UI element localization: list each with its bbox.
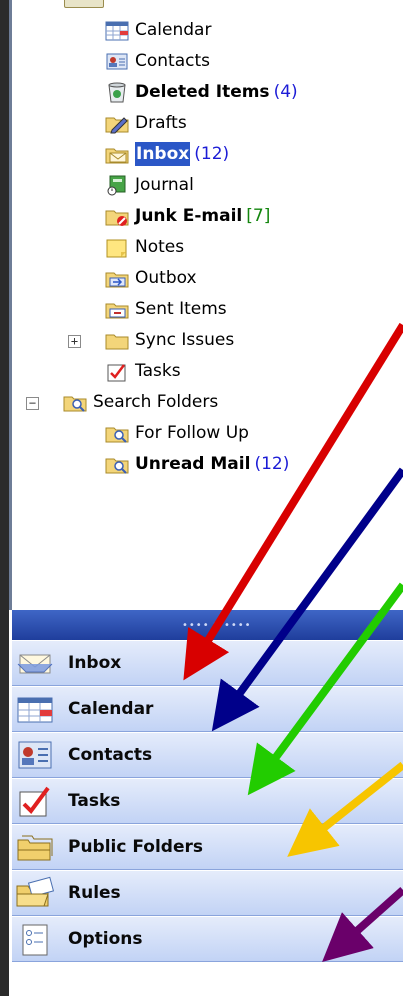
folder-label: Outbox [135, 268, 197, 288]
folder-calendar[interactable]: Calendar [104, 15, 211, 45]
folder-label: Deleted Items [135, 82, 270, 102]
journal-icon [104, 173, 130, 197]
folder-label: Calendar [135, 20, 212, 40]
folder-label: Notes [135, 237, 185, 257]
folder-label: Unread Mail [135, 454, 251, 474]
folder-search-folders[interactable]: Search Folders [62, 387, 218, 417]
outbox-folder-icon [104, 266, 130, 290]
nav-button-contacts[interactable]: Contacts [12, 732, 403, 778]
trash-icon [104, 80, 130, 104]
folder-contacts[interactable]: Contacts [104, 46, 210, 76]
collapse-button[interactable]: − [26, 397, 39, 410]
inbox-folder-icon [104, 142, 130, 166]
calendar-icon [14, 692, 56, 726]
folder-sent-items[interactable]: Sent Items [104, 294, 227, 324]
folder-label: Sync Issues [135, 330, 235, 350]
folder-notes[interactable]: Notes [104, 232, 184, 262]
search-folder-icon [104, 421, 130, 445]
pane-splitter[interactable]: •••• ▾ •••• [12, 610, 403, 640]
nav-button-inbox[interactable]: Inbox [12, 640, 403, 686]
notes-icon [104, 235, 130, 259]
tasks-icon [14, 784, 56, 818]
rules-icon [14, 876, 56, 910]
contacts-icon [104, 49, 130, 73]
item-count: [7] [246, 206, 271, 226]
folder-label: Journal [135, 175, 194, 195]
nav-button-calendar[interactable]: Calendar [12, 686, 403, 732]
nav-button-rules[interactable]: Rules [12, 870, 403, 916]
calendar-icon [104, 18, 130, 42]
mailbox-folder-icon [64, 0, 104, 8]
unread-count: (12) [254, 454, 290, 474]
nav-label: Rules [68, 883, 121, 903]
folder-drafts[interactable]: Drafts [104, 108, 187, 138]
folder-deleted-items[interactable]: Deleted Items (4) [104, 77, 298, 107]
nav-label: Public Folders [68, 837, 204, 857]
nav-button-options[interactable]: Options [12, 916, 403, 962]
search-folder-icon [104, 452, 130, 476]
folder-label: Inbox [135, 142, 191, 166]
contacts-icon [14, 738, 56, 772]
folder-for-follow-up[interactable]: For Follow Up [104, 418, 249, 448]
drafts-folder-icon [104, 111, 130, 135]
junk-folder-icon [104, 204, 130, 228]
nav-button-tasks[interactable]: Tasks [12, 778, 403, 824]
nav-label: Options [68, 929, 143, 949]
folder-icon [104, 328, 130, 352]
folder-label: Junk E-mail [135, 206, 243, 226]
unread-count: (12) [194, 144, 230, 164]
folder-label: Contacts [135, 51, 210, 71]
folder-tasks[interactable]: Tasks [104, 356, 181, 386]
nav-label: Tasks [68, 791, 121, 811]
folder-inbox[interactable]: Inbox (12) [104, 139, 229, 169]
folder-unread-mail[interactable]: Unread Mail (12) [104, 449, 289, 479]
splitter-grip: •••• ▾ •••• [182, 620, 252, 631]
public-folders-icon [14, 830, 56, 864]
folder-outbox[interactable]: Outbox [104, 263, 197, 293]
folder-label: Tasks [135, 361, 181, 381]
search-folder-icon [62, 390, 88, 414]
nav-button-public-folders[interactable]: Public Folders [12, 824, 403, 870]
folder-tree: Calendar Contacts Deleted Items (4) Draf… [12, 0, 403, 610]
nav-label: Contacts [68, 745, 153, 765]
sent-folder-icon [104, 297, 130, 321]
inbox-icon [14, 646, 56, 680]
tasks-icon [104, 359, 130, 383]
folder-junk-email[interactable]: Junk E-mail [7] [104, 201, 270, 231]
nav-label: Inbox [68, 653, 122, 673]
folder-label: For Follow Up [135, 423, 249, 443]
options-icon [14, 922, 56, 956]
folder-sync-issues[interactable]: Sync Issues [104, 325, 234, 355]
window-left-border [0, 0, 9, 996]
folder-label: Drafts [135, 113, 187, 133]
unread-count: (4) [273, 82, 298, 102]
folder-journal[interactable]: Journal [104, 170, 194, 200]
folder-label: Search Folders [93, 392, 219, 412]
expand-button[interactable]: + [68, 335, 81, 348]
folder-label: Sent Items [135, 299, 227, 319]
nav-label: Calendar [68, 699, 154, 719]
